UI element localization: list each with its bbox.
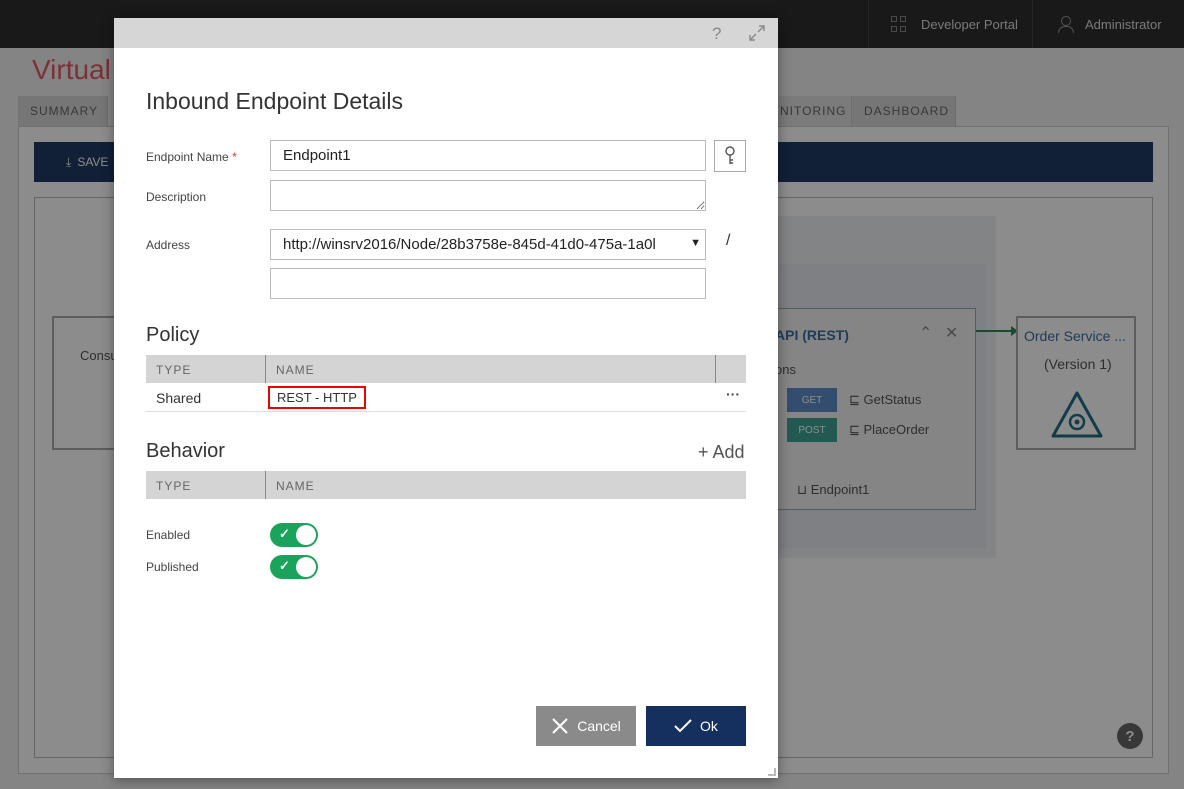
table-row[interactable]: Shared REST - HTTP ··· [146,383,746,412]
published-toggle[interactable]: ✓ [270,555,318,579]
column-name: NAME [276,479,315,493]
address-value: http://winsrv2016/Node/28b3758e-845d-41d… [283,236,656,253]
address-suffix-input[interactable] [270,268,706,299]
description-label: Description [146,190,207,204]
column-name: NAME [276,363,315,377]
dialog-header: ? [114,18,778,48]
add-behavior-button[interactable]: + Add [698,442,745,463]
endpoint-name-label: Endpoint Name * [146,150,237,164]
expand-icon[interactable] [748,24,766,42]
inbound-endpoint-dialog: ? Inbound Endpoint Details Endpoint Name… [114,18,778,778]
address-label: Address [146,238,191,252]
ok-button[interactable]: Ok [646,706,746,746]
ok-label: Ok [700,718,718,734]
policy-name[interactable]: REST - HTTP [268,386,366,409]
dropdown-caret-icon: ▼ [686,237,701,249]
dialog-title: Inbound Endpoint Details [146,88,404,114]
behavior-table-header: TYPE NAME [146,471,746,499]
check-icon: ✓ [279,558,290,573]
required-marker: * [232,150,237,164]
policy-heading: Policy [146,324,200,346]
enabled-label: Enabled [146,528,191,542]
key-button[interactable] [714,140,746,172]
cancel-label: Cancel [577,718,621,734]
close-icon [552,718,568,734]
column-type: TYPE [156,363,192,377]
column-type: TYPE [156,479,192,493]
description-textarea[interactable] [270,180,706,211]
cancel-button[interactable]: Cancel [536,706,636,746]
check-icon [674,719,692,733]
help-icon[interactable]: ? [712,24,721,44]
key-icon [725,146,735,164]
address-separator: / [726,232,731,249]
behavior-heading: Behavior [146,440,225,462]
published-label: Published [146,560,199,574]
resize-handle[interactable] [768,768,776,776]
more-options-icon[interactable]: ··· [726,386,740,402]
endpoint-name-input[interactable] [270,140,706,171]
policy-table-header: TYPE NAME [146,355,746,383]
check-icon: ✓ [279,526,290,541]
enabled-toggle[interactable]: ✓ [270,523,318,547]
policy-type: Shared [156,390,202,406]
address-select[interactable]: http://winsrv2016/Node/28b3758e-845d-41d… [270,229,706,260]
